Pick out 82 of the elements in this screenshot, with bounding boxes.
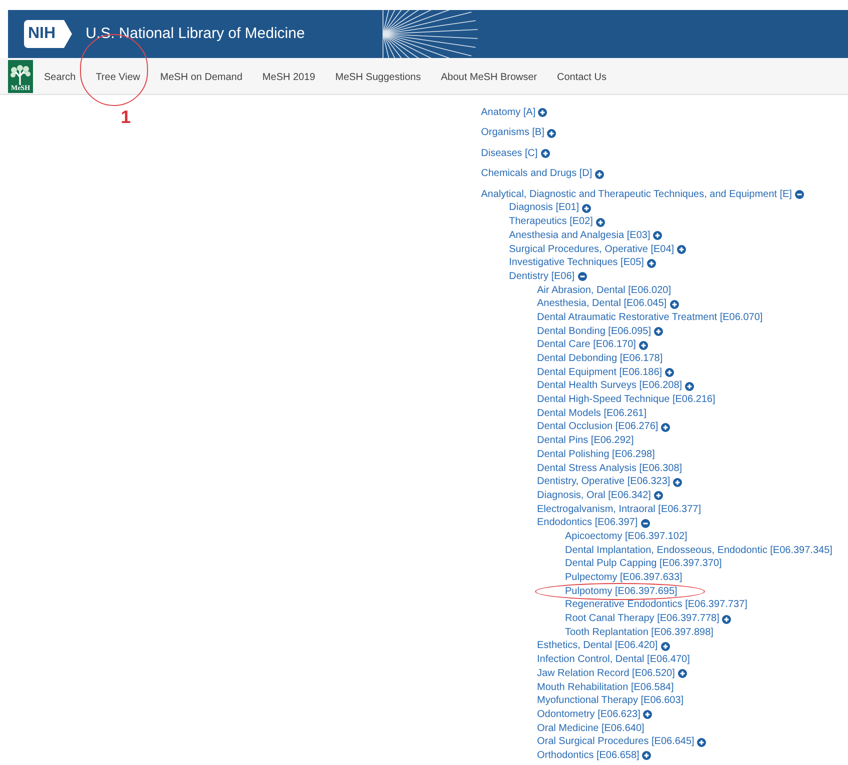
- tree-link[interactable]: Chemicals and Drugs [D]: [481, 169, 592, 180]
- nav-link[interactable]: Contact Us: [557, 72, 606, 83]
- tree-link[interactable]: Anesthesia, Dental [E06.045]: [537, 299, 667, 310]
- expand-icon[interactable]: [595, 170, 604, 179]
- tree-link[interactable]: Dental Health Surveys [E06.208]: [537, 381, 682, 392]
- tree-link[interactable]: Infection Control, Dental [E06.470]: [537, 655, 690, 666]
- tree-link[interactable]: Dental Pins [E06.292]: [537, 436, 634, 446]
- tree-link[interactable]: Odontometry [E06.623]: [537, 710, 640, 720]
- expand-icon[interactable]: [646, 258, 656, 268]
- tree-link[interactable]: Jaw Relation Record [E06.520]: [537, 668, 675, 679]
- tree-link[interactable]: Dental Care [E06.170]: [537, 340, 636, 350]
- expand-icon[interactable]: [685, 382, 694, 391]
- expand-icon[interactable]: [673, 478, 682, 487]
- nav-link[interactable]: MeSH Suggestions: [335, 72, 421, 83]
- tree-link[interactable]: Dental Polishing [E06.298]: [537, 450, 655, 460]
- tree-link[interactable]: Pulpotomy [E06.397.695]: [565, 586, 678, 597]
- tree-link[interactable]: Dentistry [E06]: [509, 272, 575, 282]
- nav-link[interactable]: Search: [44, 72, 76, 83]
- tree-link[interactable]: Dental Occlusion [E06.276]: [537, 422, 658, 432]
- tree-link[interactable]: Anesthesia and Analgesia [E03]: [509, 230, 650, 241]
- expand-icon[interactable]: [547, 128, 556, 138]
- expand-icon[interactable]: [661, 422, 670, 432]
- tree-link[interactable]: Tooth Replantation [E06.397.898]: [565, 628, 714, 638]
- tree-link[interactable]: Esthetics, Dental [E06.420]: [537, 641, 658, 652]
- nav-link[interactable]: About MeSH Browser: [440, 72, 537, 83]
- expand-icon[interactable]: [540, 149, 550, 158]
- tree-link[interactable]: Apicoectomy [E06.397.102]: [565, 532, 688, 542]
- expand-icon[interactable]: [697, 738, 706, 747]
- expand-icon[interactable]: [677, 245, 686, 254]
- tree-link[interactable]: Oral Medicine [E06.640]: [537, 724, 644, 734]
- tree-link[interactable]: Therapeutics [E02]: [509, 217, 593, 228]
- tree-link[interactable]: Dental Implantation, Endosseous, Endodontic [E06.397.345]: [565, 546, 832, 556]
- expand-icon[interactable]: [638, 340, 648, 350]
- expand-icon[interactable]: [670, 300, 679, 309]
- tree-link[interactable]: Dental Models [E06.261]: [537, 408, 647, 419]
- tree-link[interactable]: Dentistry, Operative [E06.323]: [537, 477, 670, 488]
- tree-link[interactable]: Diseases [C]: [481, 148, 538, 159]
- tree-link[interactable]: Diagnosis, Oral [E06.342]: [537, 490, 651, 501]
- nav-link[interactable]: MeSH 2019: [262, 72, 316, 83]
- expand-icon[interactable]: [678, 669, 687, 678]
- tree-link[interactable]: Pulpectomy [E06.397.633]: [565, 573, 682, 584]
- expand-icon[interactable]: [722, 614, 732, 624]
- tree-link[interactable]: Dental Equipment [E06.186]: [537, 368, 662, 378]
- collapse-icon[interactable]: [794, 190, 804, 200]
- collapse-icon[interactable]: [640, 518, 650, 528]
- tree-link[interactable]: Endodontics [E06.397]: [537, 518, 638, 528]
- tree-link[interactable]: Dental Bonding [E06.095]: [537, 326, 651, 337]
- nih-logo: NIH: [24, 20, 72, 48]
- tree-link[interactable]: Dental Debonding [E06.178]: [537, 354, 663, 364]
- tree-link[interactable]: Dental Stress Analysis [E06.308]: [537, 464, 682, 474]
- expand-icon[interactable]: [654, 327, 663, 336]
- tree-link[interactable]: Dental Pulp Capping [E06.397.370]: [565, 559, 722, 570]
- tree-link[interactable]: Electrogalvanism, Intraoral [E06.377]: [537, 504, 701, 515]
- nav-link[interactable]: MeSH on Demand: [160, 72, 242, 83]
- tree-link[interactable]: Dental Atraumatic Restorative Treatment [E06.070]: [537, 312, 763, 323]
- expand-icon[interactable]: [538, 108, 548, 118]
- tree-link[interactable]: Diagnosis [E01]: [509, 203, 580, 214]
- tree-link[interactable]: Air Abrasion, Dental [E06.020]: [537, 286, 671, 296]
- tree-link[interactable]: Anatomy [A]: [481, 108, 536, 118]
- expand-icon[interactable]: [653, 231, 662, 240]
- tree-link[interactable]: Root Canal Therapy [E06.397.778]: [565, 614, 720, 624]
- nav-link[interactable]: Tree View: [96, 72, 140, 83]
- expand-icon[interactable]: [654, 491, 663, 500]
- tree-link[interactable]: Oral Surgical Procedures [E06.645]: [537, 737, 694, 748]
- tree-link[interactable]: Surgical Procedures, Operative [E04]: [509, 244, 674, 255]
- tree-link[interactable]: Investigative Techniques [E05]: [509, 258, 644, 268]
- site-title: U.S. National Library of Medicine: [86, 24, 305, 44]
- tree-link[interactable]: Organisms [B]: [481, 128, 544, 138]
- tree-link[interactable]: Myofunctional Therapy [E06.603]: [537, 696, 684, 706]
- expand-icon[interactable]: [660, 642, 670, 651]
- expand-icon[interactable]: [582, 204, 592, 213]
- expand-icon[interactable]: [596, 218, 605, 227]
- expand-icon[interactable]: [643, 710, 652, 720]
- expand-icon[interactable]: [665, 368, 674, 378]
- tree-link[interactable]: Regenerative Endodontics [E06.397.737]: [565, 600, 748, 610]
- annotation-number: 1: [120, 108, 131, 126]
- tree-link[interactable]: Orthodontics [E06.658]: [537, 750, 640, 761]
- tree-link[interactable]: Mouth Rehabilitation [E06.584]: [537, 682, 674, 693]
- expand-icon[interactable]: [642, 751, 652, 760]
- collapse-icon[interactable]: [578, 272, 587, 282]
- tree-link[interactable]: Analytical, Diagnostic and Therapeutic Techniques, and Equipment [E]: [481, 190, 792, 200]
- tree-link[interactable]: Dental High-Speed Technique [E06.216]: [537, 395, 716, 406]
